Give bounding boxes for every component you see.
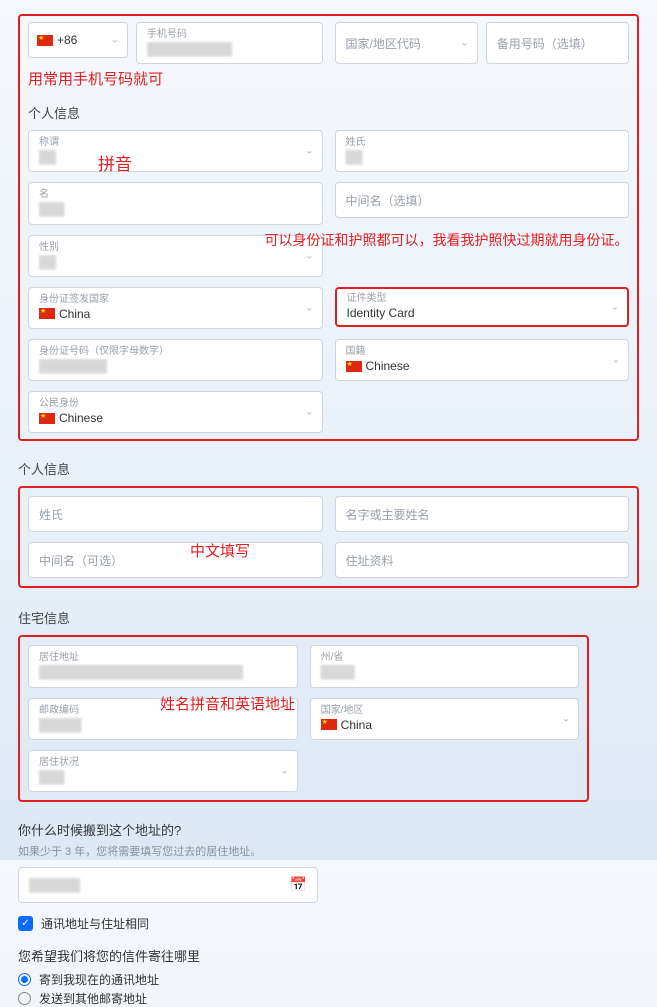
move-question: 你什么时候搬到这个地址的? <box>18 820 639 839</box>
nationality-select[interactable]: 国籍 Chinese ⌄ <box>335 339 630 381</box>
state-input[interactable]: 州/省 ████ <box>310 645 580 687</box>
label: 州/省 <box>321 652 569 664</box>
date-value: ██████ <box>29 878 80 892</box>
id-number-value: ████████ <box>39 358 312 374</box>
phone-label: 手机号码 <box>147 29 312 41</box>
label: 居住地址 <box>39 652 287 664</box>
phone-value: ██████████ <box>147 41 312 57</box>
nationality-value: Chinese <box>346 358 619 374</box>
name-input[interactable]: 名 ███ <box>28 182 323 224</box>
nationality-label: 国籍 <box>346 346 619 358</box>
backup-phone-input[interactable]: 备用号码（选填） <box>486 22 629 64</box>
value: ████ <box>321 664 569 680</box>
region-code-placeholder: 国家/地区代码 <box>346 35 467 52</box>
calendar-icon: 📅 <box>290 876 307 893</box>
surname-label: 姓氏 <box>346 137 619 149</box>
flag-icon <box>39 413 55 424</box>
region-code-select[interactable]: 国家/地区代码 ⌄ <box>335 22 478 64</box>
move-subtext: 如果少于 3 年，您将需要填写您过去的居住地址。 <box>18 843 639 859</box>
annot-phone: 用常用手机号码就可 <box>28 68 629 89</box>
mail-pref-opt2[interactable]: 发送到其他邮寄地址 <box>18 990 639 1007</box>
surname-cn-input[interactable]: 姓氏 <box>28 496 323 532</box>
middle-cn-input[interactable]: 中间名（可选） <box>28 542 323 578</box>
mail-pref-opt1-label: 寄到我现在的通讯地址 <box>39 971 159 988</box>
annot-idtype: 可以身份证和护照都可以，我看我护照快过期就用身份证。 <box>265 231 635 251</box>
radio-icon <box>18 992 31 1005</box>
citizenship-label: 公民身份 <box>39 398 312 410</box>
surname-input[interactable]: 姓氏 ██ <box>335 130 630 172</box>
flag-icon <box>321 719 337 730</box>
addr-cn-input[interactable]: 住址资料 <box>335 542 630 578</box>
flag-icon <box>346 361 362 372</box>
mail-pref-question: 您希望我们将您的信件寄往哪里 <box>18 946 639 965</box>
label: 名字或主要姓名 <box>346 506 619 523</box>
flag-icon <box>37 35 53 46</box>
value: China <box>321 717 569 733</box>
id-country-value: China <box>39 306 312 322</box>
name-value: ███ <box>39 201 312 217</box>
given-cn-input[interactable]: 名字或主要姓名 <box>335 496 630 532</box>
annot-pinyin-addr: 姓名拼音和英语地址 <box>160 693 295 714</box>
middle-input[interactable]: 中间名（选填） <box>335 182 630 218</box>
flag-icon <box>39 308 55 319</box>
chevron-down-icon: ⌄ <box>111 35 119 46</box>
move-date-input[interactable]: ██████ 📅 <box>18 867 318 903</box>
id-country-label: 身份证签发国家 <box>39 294 312 306</box>
name-label: 名 <box>39 189 312 201</box>
label: 居住状况 <box>39 757 287 769</box>
country-select[interactable]: 国家/地区 China ⌄ <box>310 698 580 740</box>
res-status-select[interactable]: 居住状况 ███ ⌄ <box>28 750 298 792</box>
label: 中间名（可选） <box>39 552 312 569</box>
value: ████████████████████████ <box>39 664 287 680</box>
id-type-value: Identity Card <box>347 305 618 321</box>
citizenship-select[interactable]: 公民身份 Chinese ⌄ <box>28 391 323 433</box>
mail-same-label: 通讯地址与住址相同 <box>41 915 149 932</box>
id-country-select[interactable]: 身份证签发国家 China ⌄ <box>28 287 323 329</box>
title-label: 称谓 <box>39 137 312 149</box>
phone-prefix-select[interactable]: +86 ⌄ <box>28 22 128 58</box>
res-addr-input[interactable]: 居住地址 ████████████████████████ <box>28 645 298 687</box>
section-title-personal: 个人信息 <box>28 103 629 122</box>
title-value: ██ <box>39 149 312 165</box>
title-select[interactable]: 称谓 ██ ⌄ <box>28 130 323 172</box>
citizenship-value: Chinese <box>39 410 312 426</box>
id-type-label: 证件类型 <box>347 293 618 305</box>
phone-prefix-value: +86 <box>57 33 77 47</box>
mail-pref-opt2-label: 发送到其他邮寄地址 <box>39 990 147 1007</box>
section-title-personal-2: 个人信息 <box>18 459 639 478</box>
annot-pinyin: 拼音 <box>98 150 132 175</box>
section-title-residence: 住宅信息 <box>18 608 639 627</box>
label: 国家/地区 <box>321 705 569 717</box>
id-number-input[interactable]: 身份证号码（仅限字母数字） ████████ <box>28 339 323 381</box>
backup-phone-placeholder: 备用号码（选填） <box>497 35 618 52</box>
checkbox-checked-icon: ✓ <box>18 916 33 931</box>
label: 住址资料 <box>346 552 619 569</box>
phone-input[interactable]: 手机号码 ██████████ <box>136 22 323 64</box>
middle-placeholder: 中间名（选填） <box>346 192 619 209</box>
label: 姓氏 <box>39 506 312 523</box>
mail-pref-opt1[interactable]: 寄到我现在的通讯地址 <box>18 971 639 988</box>
gender-value: ██ <box>39 254 312 270</box>
annot-cn: 中文填写 <box>190 540 250 561</box>
id-number-label: 身份证号码（仅限字母数字） <box>39 346 312 358</box>
surname-value: ██ <box>346 149 619 165</box>
id-type-select[interactable]: 证件类型 Identity Card ⌄ <box>335 287 630 327</box>
value: █████ <box>39 717 287 733</box>
value: ███ <box>39 769 287 785</box>
radio-selected-icon <box>18 973 31 986</box>
mail-same-checkbox[interactable]: ✓ 通讯地址与住址相同 <box>18 915 639 932</box>
